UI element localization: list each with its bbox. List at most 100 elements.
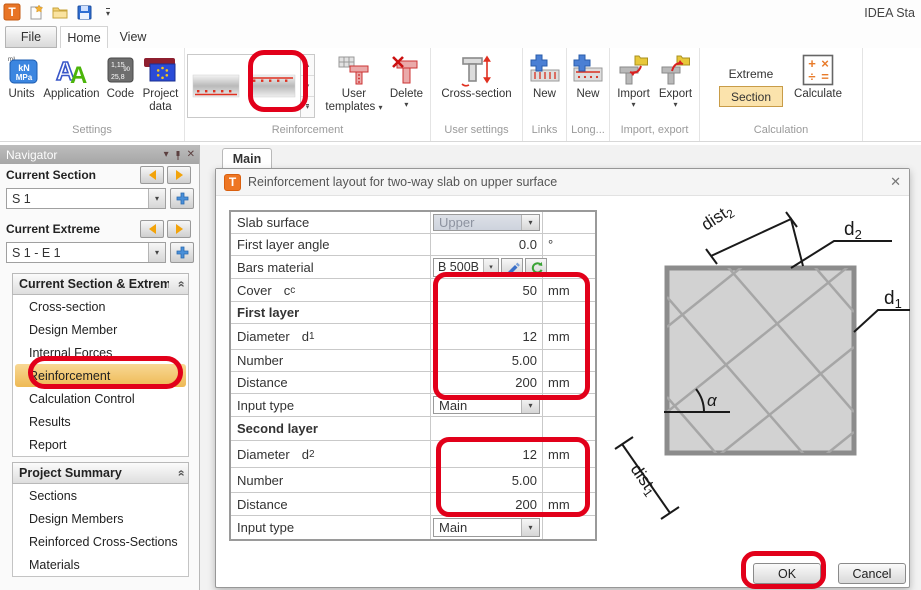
export-icon — [659, 52, 693, 88]
doc-tab-main[interactable]: Main — [222, 148, 272, 168]
gallery-more-icon: ▾ — [306, 104, 310, 111]
table-row: Distance 200 mm — [231, 493, 595, 516]
alpha-label: α — [707, 391, 718, 410]
table-row: Input type Main ▾ — [231, 394, 595, 417]
cancel-button[interactable]: Cancel — [838, 563, 906, 584]
nav-item-report[interactable]: Report — [13, 433, 188, 456]
nav-item-materials[interactable]: Materials — [13, 553, 188, 576]
current-section-select[interactable]: S 1 ▾ — [6, 188, 166, 209]
extreme-section-toggle: Extreme Section — [719, 63, 783, 107]
group-header-project-summary[interactable]: Project Summary » — [12, 462, 189, 484]
cross-section-button[interactable]: Cross-section — [434, 51, 520, 123]
previous-extreme-button[interactable] — [140, 220, 164, 238]
add-section-button[interactable] — [170, 188, 194, 209]
ribbon-tab-row: File Home View — [0, 25, 921, 48]
app-menu-button[interactable]: T — [2, 2, 22, 22]
current-section-label: Current Section — [6, 168, 96, 182]
open-project-button[interactable] — [50, 2, 70, 22]
cross-section-icon — [459, 52, 495, 88]
ribbon-group-user-settings: Cross-section User settings — [431, 48, 523, 141]
d2-label: d2 — [844, 219, 862, 242]
tab-home[interactable]: Home — [60, 26, 108, 48]
slab-surface-select[interactable]: Upper ▾ — [433, 214, 540, 231]
nav-item-reinforcement[interactable]: Reinforcement — [15, 364, 186, 387]
number1-input[interactable]: 5.00 — [431, 350, 543, 371]
nav-item-calculation-control[interactable]: Calculation Control — [13, 387, 188, 410]
dialog-app-icon: T — [224, 174, 241, 191]
nav-item-sections[interactable]: Sections — [13, 484, 188, 507]
group-label-reinforcement: Reinforcement — [185, 124, 430, 141]
export-button[interactable]: Export ▾ — [655, 51, 697, 123]
application-button[interactable]: AA Application — [41, 51, 102, 123]
pin-icon[interactable] — [174, 150, 182, 160]
svg-text:25,8: 25,8 — [111, 74, 125, 81]
caret-down-icon: ▾ — [631, 101, 635, 109]
bars-material-select[interactable]: B 500B ▾ — [433, 258, 499, 277]
input-type2-select[interactable]: Main ▾ — [433, 518, 540, 537]
next-extreme-button[interactable] — [167, 220, 191, 238]
property-table: Slab surface Upper ▾ First layer angle 0… — [229, 210, 597, 541]
first-layer-angle-input[interactable]: 0.0 — [431, 234, 543, 255]
nav-item-cross-section[interactable]: Cross-section — [13, 295, 188, 318]
section-toggle-button[interactable]: Section — [719, 86, 783, 107]
caret-down-icon: ▾ — [521, 215, 539, 230]
edit-material-button[interactable] — [501, 258, 523, 277]
new-project-button[interactable] — [26, 2, 46, 22]
code-button[interactable]: 1,159025,8 Code — [102, 51, 139, 123]
delete-button[interactable]: Delete ▾ — [385, 51, 428, 123]
app-window: T ▾ IDEA Sta File Home View m³kN — [0, 0, 921, 590]
qat-customize-button[interactable]: ▾ — [98, 2, 118, 22]
nav-item-reinforced-cross-sections[interactable]: Reinforced Cross-Sections — [13, 530, 188, 553]
extreme-toggle-button[interactable]: Extreme — [719, 63, 783, 84]
group-header-current-section-extreme[interactable]: Current Section & Extreme » — [12, 273, 189, 295]
input-type1-select[interactable]: Main ▾ — [433, 396, 540, 414]
dialog-close-icon[interactable]: ✕ — [890, 174, 901, 190]
ok-button[interactable]: OK — [753, 563, 821, 584]
caret-down-icon: ▾ — [521, 519, 539, 536]
navigator-menu-caret-icon[interactable]: ▾ — [164, 149, 169, 160]
save-button[interactable] — [74, 2, 94, 22]
distance2-input[interactable]: 200 — [431, 493, 543, 515]
navigator-close-icon[interactable]: ✕ — [187, 149, 195, 160]
template-lower-surface-button[interactable] — [188, 55, 244, 117]
user-templates-button[interactable]: User templates ▾ — [323, 51, 385, 123]
project-data-button[interactable]: Project data — [139, 51, 182, 123]
nav-item-design-members[interactable]: Design Members — [13, 507, 188, 530]
add-extreme-button[interactable] — [170, 242, 194, 263]
new-document-icon — [28, 4, 45, 21]
nav-item-results[interactable]: Results — [13, 410, 188, 433]
diameter1-input[interactable]: 12 — [431, 324, 543, 349]
tab-view[interactable]: View — [110, 26, 156, 48]
diameter2-input[interactable]: 12 — [431, 441, 543, 467]
calculate-button[interactable]: +×÷= Calculate — [789, 51, 847, 123]
navigator-header: Navigator ▾ ✕ — [0, 145, 199, 164]
nav-item-internal-forces[interactable]: Internal Forces — [13, 341, 188, 364]
gallery-scroll-down-button[interactable]: ▾ — [301, 76, 314, 97]
previous-section-button[interactable] — [140, 166, 164, 184]
table-row: Bars material B 500B ▾ — [231, 256, 595, 279]
refresh-icon — [529, 260, 544, 275]
nav-item-design-member[interactable]: Design Member — [13, 318, 188, 341]
cover-input[interactable]: 50 — [431, 279, 543, 301]
current-extreme-select[interactable]: S 1 - E 1 ▾ — [6, 242, 166, 263]
template-upper-surface-button[interactable] — [244, 55, 300, 117]
gallery-scroll-up-button[interactable]: ▴ — [301, 55, 314, 76]
application-icon: AA — [53, 52, 89, 88]
links-new-button[interactable]: New — [525, 51, 564, 123]
svg-text:MPa: MPa — [15, 73, 32, 82]
units-button[interactable]: m³kNMPa Units — [2, 51, 41, 123]
arrow-left-icon — [149, 224, 156, 234]
distance1-input[interactable]: 200 — [431, 372, 543, 393]
next-section-button[interactable] — [167, 166, 191, 184]
refresh-material-button[interactable] — [525, 258, 547, 277]
pencil-icon — [505, 260, 520, 275]
svg-text:=: = — [821, 69, 829, 84]
gallery-more-button[interactable]: ▾ — [301, 97, 314, 117]
table-row: Number 5.00 — [231, 468, 595, 493]
long-new-button[interactable]: New — [569, 51, 607, 123]
import-button[interactable]: Import ▾ — [613, 51, 655, 123]
table-row: Diameterd2 12 mm — [231, 441, 595, 468]
user-templates-icon — [337, 52, 371, 88]
number2-input[interactable]: 5.00 — [431, 468, 543, 492]
tab-file[interactable]: File — [5, 26, 57, 48]
